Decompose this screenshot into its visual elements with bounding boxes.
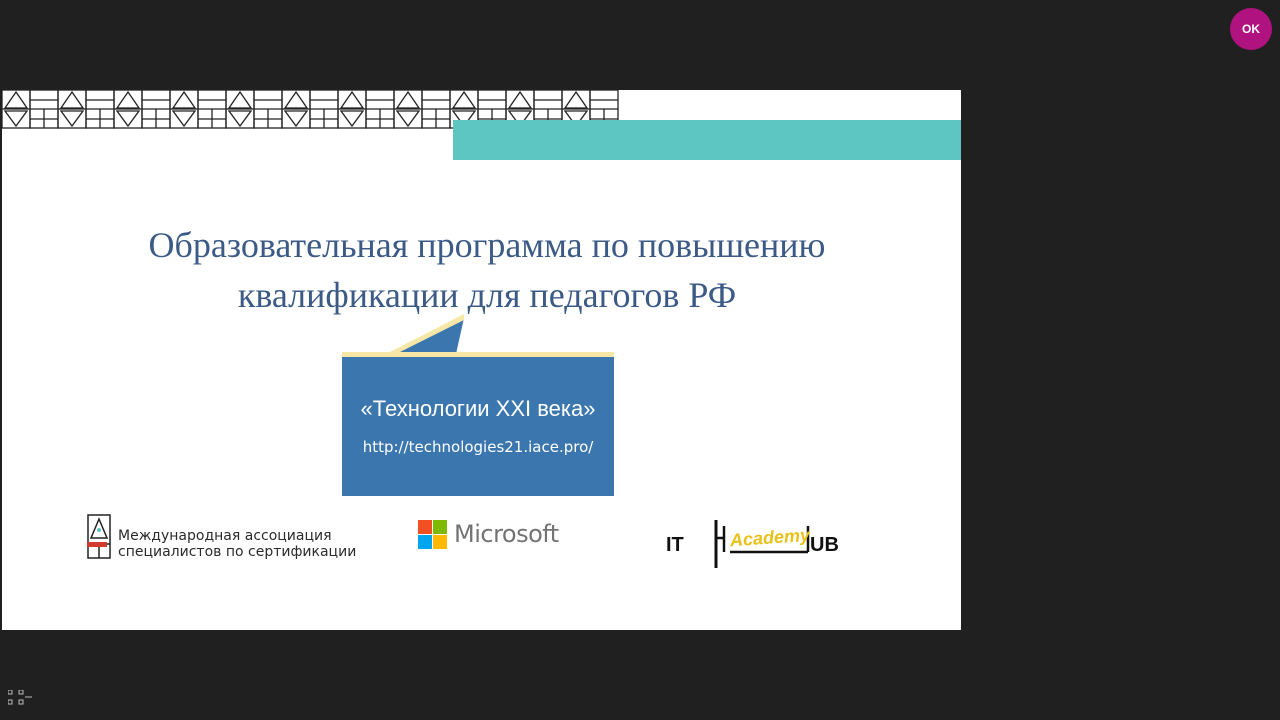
iace-line-2: специалистов по сертификации <box>118 544 357 560</box>
ithub-academy-logo: IT Academy UB <box>666 520 839 568</box>
teal-accent-bar <box>453 120 961 160</box>
callout-title: «Технологии XXI века» <box>360 396 596 421</box>
callout-tail <box>386 314 464 354</box>
user-avatar[interactable]: OK <box>1230 8 1272 50</box>
grid-view-icon[interactable] <box>8 690 34 708</box>
ithub-suffix: UB <box>810 534 839 556</box>
presentation-slide: Образовательная программа по повышению к… <box>2 90 961 630</box>
slide-title: Образовательная программа по повышению к… <box>62 220 912 320</box>
ithub-prefix: IT <box>666 534 684 556</box>
microsoft-logo-icon <box>418 520 447 549</box>
iace-line-1: Международная ассоциация <box>118 528 332 544</box>
slide-title-line-2: квалификации для педагогов РФ <box>237 275 737 315</box>
iace-logo-text: Международная ассоциация специалистов по… <box>118 528 356 560</box>
callout-box: «Технологии XXI века» http://technologie… <box>342 352 614 496</box>
callout-url-link[interactable]: http://technologies21.iace.pro/ <box>342 438 614 456</box>
microsoft-logo-text: Microsoft <box>454 520 559 548</box>
iace-logo-icon <box>87 514 111 559</box>
ithub-academy-text: Academy <box>728 525 811 551</box>
slide-title-line-1: Образовательная программа по повышению <box>148 225 826 265</box>
